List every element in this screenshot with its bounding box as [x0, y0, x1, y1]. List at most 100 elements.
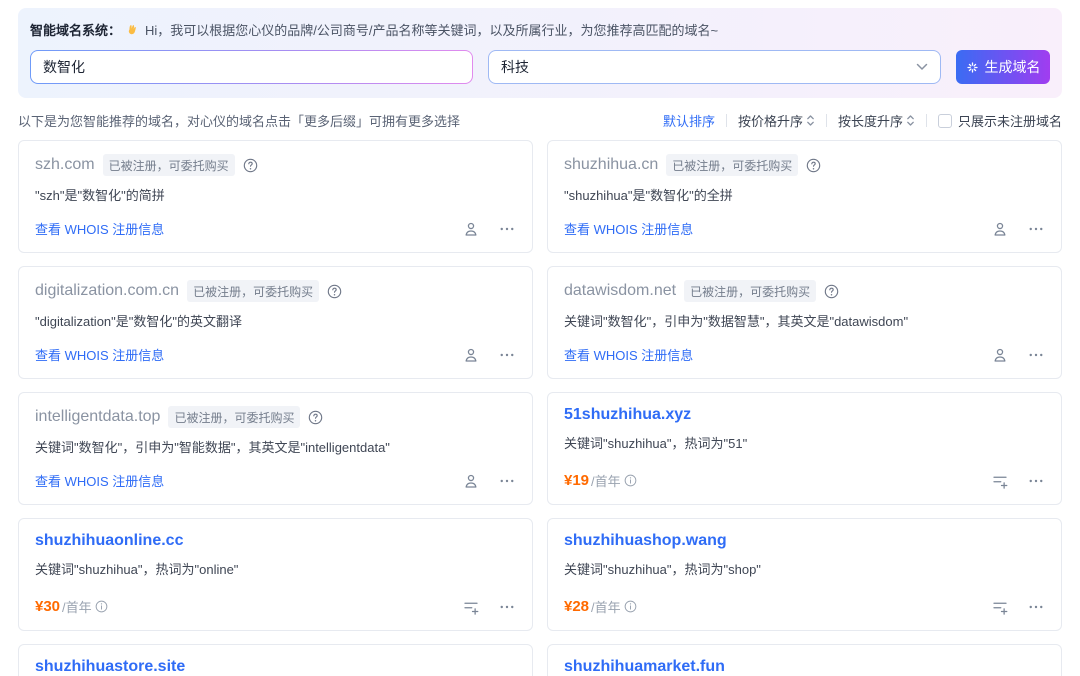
domain-card-foot-left: 查看 WHOIS 注册信息	[35, 471, 164, 490]
domain-card-head: intelligentdata.top 已被注册，可委托购买	[35, 406, 516, 428]
domain-card-actions	[991, 220, 1045, 238]
help-circle-icon[interactable]	[308, 410, 323, 425]
more-actions-icon[interactable]	[1027, 346, 1045, 364]
sparkle-icon	[966, 61, 979, 74]
price-amount: ¥19	[564, 472, 590, 489]
sort-by-length[interactable]: 按长度升序	[838, 111, 915, 130]
domain-card: shuzhihuastore.site 关键词"shuzhihua"，热词为"s…	[18, 644, 533, 676]
generate-domain-button[interactable]: 生成域名	[956, 50, 1050, 84]
domain-card: shuzhihuamarket.fun 关键词"shuzhihua"，热词为"m…	[547, 644, 1062, 676]
registered-badge: 已被注册，可委托购买	[684, 280, 817, 302]
domain-name[interactable]: digitalization.com.cn	[35, 282, 179, 300]
domain-card-foot-left: ¥28 /首年	[564, 597, 637, 616]
whois-link[interactable]: 查看 WHOIS 注册信息	[35, 345, 164, 364]
domain-name[interactable]: shuzhihuashop.wang	[564, 532, 727, 550]
domain-card: intelligentdata.top 已被注册，可委托购买 关键词"数智化"，…	[18, 392, 533, 505]
domain-name[interactable]: shuzhihuastore.site	[35, 658, 185, 676]
more-actions-icon[interactable]	[498, 346, 516, 364]
unregistered-filter[interactable]: 只展示未注册域名	[937, 111, 1062, 130]
more-actions-icon[interactable]	[498, 472, 516, 490]
domain-card-foot-left: 查看 WHOIS 注册信息	[35, 219, 164, 238]
domain-name[interactable]: intelligentdata.top	[35, 408, 160, 426]
add-to-list-icon[interactable]	[462, 598, 480, 616]
divider	[925, 114, 927, 127]
domain-name[interactable]: 51shuzhihua.xyz	[564, 406, 691, 424]
sort-group: 默认排序 按价格升序 按长度升序 只展示未注册域名	[663, 111, 1062, 130]
sort-arrows-icon	[806, 114, 815, 127]
domain-card-actions	[991, 472, 1045, 490]
generator-controls: 科技 生成域名	[30, 50, 1050, 84]
domain-card: datawisdom.net 已被注册，可委托购买 关键词"数智化"，引申为"数…	[547, 266, 1062, 379]
domain-card-foot-left: 查看 WHOIS 注册信息	[564, 219, 693, 238]
help-circle-icon[interactable]	[806, 158, 821, 173]
domain-name[interactable]: shuzhihuaonline.cc	[35, 532, 183, 550]
add-to-list-icon[interactable]	[991, 472, 1009, 490]
domain-name[interactable]: datawisdom.net	[564, 282, 676, 300]
sort-default-label: 默认排序	[662, 114, 715, 129]
domain-card-actions	[462, 472, 516, 490]
sort-by-price-label: 按价格升序	[737, 114, 803, 129]
more-actions-icon[interactable]	[1027, 598, 1045, 616]
domain-card-foot: ¥30 /首年	[35, 597, 516, 616]
assistant-greeting: Hi，我可以根据您心仪的品牌/公司商号/产品名称等关键词，以及所属行业，为您推荐…	[145, 23, 719, 38]
industry-select[interactable]: 科技	[488, 50, 941, 84]
more-actions-icon[interactable]	[498, 598, 516, 616]
help-circle-icon[interactable]	[824, 284, 839, 299]
registered-badge: 已被注册，可委托购买	[666, 154, 799, 176]
whois-link[interactable]: 查看 WHOIS 注册信息	[35, 219, 164, 238]
help-circle-icon[interactable]	[243, 158, 258, 173]
unregistered-filter-label: 只展示未注册域名	[957, 114, 1062, 129]
info-circle-icon[interactable]	[624, 600, 637, 613]
domain-card-foot: 查看 WHOIS 注册信息	[564, 219, 1045, 238]
domain-card-foot-left: 查看 WHOIS 注册信息	[564, 345, 693, 364]
divider	[725, 114, 727, 127]
domain-card-actions	[462, 220, 516, 238]
divider	[825, 114, 827, 127]
add-to-list-icon[interactable]	[991, 598, 1009, 616]
price-period: /首年	[591, 474, 621, 489]
domain-name[interactable]: szh.com	[35, 156, 95, 174]
delegate-buy-icon[interactable]	[462, 346, 480, 364]
whois-link[interactable]: 查看 WHOIS 注册信息	[564, 219, 693, 238]
info-circle-icon[interactable]	[624, 474, 637, 487]
domain-card-foot: 查看 WHOIS 注册信息	[35, 345, 516, 364]
whois-link[interactable]: 查看 WHOIS 注册信息	[564, 345, 693, 364]
domain-name[interactable]: shuzhihuamarket.fun	[564, 658, 725, 676]
sort-by-price[interactable]: 按价格升序	[738, 111, 815, 130]
industry-select-value: 科技	[501, 59, 529, 75]
info-circle-icon[interactable]	[95, 600, 108, 613]
chevron-down-icon	[916, 63, 928, 71]
whois-link[interactable]: 查看 WHOIS 注册信息	[35, 471, 164, 490]
domain-card-head: datawisdom.net 已被注册，可委托购买	[564, 280, 1045, 302]
more-actions-icon[interactable]	[1027, 220, 1045, 238]
domain-card-foot: ¥19 /首年	[564, 471, 1045, 490]
delegate-buy-icon[interactable]	[462, 220, 480, 238]
delegate-buy-icon[interactable]	[991, 346, 1009, 364]
domain-card-head: 51shuzhihua.xyz	[564, 406, 1045, 424]
domain-card-foot: ¥28 /首年	[564, 597, 1045, 616]
results-tip: 以下是为您智能推荐的域名，对心仪的域名点击「更多后缀」可拥有更多选择	[18, 114, 461, 129]
domain-card-foot-left: ¥19 /首年	[564, 471, 637, 490]
domain-card: digitalization.com.cn 已被注册，可委托购买 "digita…	[18, 266, 533, 379]
sort-default[interactable]: 默认排序	[663, 111, 715, 130]
domain-description: "digitalization"是"数智化"的英文翻译	[35, 314, 243, 329]
more-actions-icon[interactable]	[1027, 472, 1045, 490]
domain-description: 关键词"shuzhihua"，热词为"shop"	[564, 562, 761, 577]
domain-name[interactable]: shuzhihua.cn	[564, 156, 658, 174]
delegate-buy-icon[interactable]	[991, 220, 1009, 238]
domain-card-head: shuzhihua.cn 已被注册，可委托购买	[564, 154, 1045, 176]
domain-card-actions	[462, 598, 516, 616]
domain-card-actions	[462, 346, 516, 364]
unregistered-filter-checkbox[interactable]	[937, 113, 952, 128]
domain-description: "szh"是"数智化"的简拼	[35, 188, 165, 203]
more-actions-icon[interactable]	[498, 220, 516, 238]
registered-badge: 已被注册，可委托购买	[102, 154, 235, 176]
domain-card-head: shuzhihuashop.wang	[564, 532, 1045, 550]
domain-price: ¥30 /首年	[35, 597, 108, 616]
keyword-input[interactable]	[30, 50, 473, 84]
domain-card: shuzhihua.cn 已被注册，可委托购买 "shuzhihua"是"数智化…	[547, 140, 1062, 253]
delegate-buy-icon[interactable]	[462, 472, 480, 490]
domain-description: 关键词"数智化"，引申为"数据智慧"，其英文是"datawisdom"	[564, 314, 909, 329]
assistant-intro-row: 智能域名系统： Hi，我可以根据您心仪的品牌/公司商号/产品名称等关键词，以及所…	[30, 20, 1050, 39]
help-circle-icon[interactable]	[327, 284, 342, 299]
